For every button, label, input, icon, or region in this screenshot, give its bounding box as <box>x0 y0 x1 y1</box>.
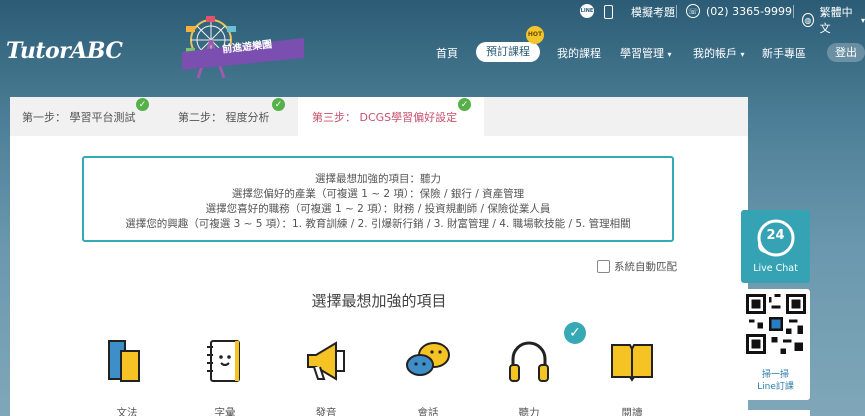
skill-vocabulary[interactable]: 字彙 <box>195 337 255 416</box>
line-subscribe-widget[interactable]: 掃一掃 Line訂課 <box>741 289 810 400</box>
skill-listening[interactable]: 聽力 <box>499 337 559 416</box>
section-title: 選擇最想加強的項目 <box>311 292 447 310</box>
exam-label: 模擬考題 <box>631 6 675 19</box>
open-book-icon <box>611 344 653 382</box>
check-icon: ✓ <box>272 98 285 111</box>
megaphone-icon <box>307 341 345 381</box>
nav-book-course[interactable]: 預訂課程 HOT <box>476 26 544 62</box>
language-label: 繁體中文 <box>819 6 853 35</box>
line-icon: LINE <box>580 4 594 18</box>
skill-conversation[interactable]: 會話 <box>398 337 458 416</box>
mobile-phone-icon <box>604 5 613 19</box>
summary-line: 選擇您的興趣（可複選 3 ~ 5 項）：1. 教育訓練 / 2. 引爆新行銷 /… <box>125 218 631 230</box>
auto-match-label: 系統自動匹配 <box>614 261 677 273</box>
live-chat-widget[interactable]: 24 Live Chat <box>741 210 810 283</box>
skill-label: 字彙 <box>214 407 236 416</box>
chevron-down-icon: ▾ <box>667 50 672 59</box>
chevron-down-icon: ▾ <box>740 50 745 59</box>
phone-link[interactable]: ☏ (02) 3365-9999 <box>686 4 792 18</box>
divider <box>793 5 794 18</box>
skill-pronunciation[interactable]: 發音 <box>296 337 356 416</box>
nav-learning-mgmt-label: 學習管理 <box>620 47 664 60</box>
tab-step-3[interactable]: 第三步： DCGS學習偏好設定 ✓ <box>298 97 484 136</box>
step-3-label: 第三步： DCGS學習偏好設定 <box>312 111 458 124</box>
tab-step-2[interactable]: 第二步： 程度分析 ✓ <box>156 97 298 136</box>
globe-icon: ◍ <box>802 13 814 27</box>
step-1-label: 第一步： 學習平台測試 <box>22 111 136 124</box>
chevron-down-icon: ▾ <box>860 15 865 25</box>
skill-label: 聽力 <box>518 407 540 416</box>
exam-link[interactable]: 模擬考題 <box>604 4 675 20</box>
check-icon: ✓ <box>458 98 471 111</box>
line-subscribe-line1: 掃一掃 <box>761 370 789 380</box>
nav-my-account[interactable]: 我的帳戶 ▾ <box>693 45 745 61</box>
skill-reading[interactable]: 閱讀 <box>602 337 662 416</box>
divider <box>676 5 677 18</box>
nav-my-account-label: 我的帳戶 <box>693 47 737 60</box>
step-tabs: 第一步： 學習平台測試 ✓ 第二步： 程度分析 ✓ 第三步： DCGS學習偏好設… <box>10 97 748 136</box>
nav-learning-mgmt[interactable]: 學習管理 ▾ <box>620 45 672 61</box>
live-chat-badge: 24 <box>766 228 785 243</box>
phone-icon: ☏ <box>686 4 700 18</box>
skill-grammar[interactable]: 文法 <box>97 337 157 416</box>
selected-check-icon: ✓ <box>564 322 586 344</box>
nav-home[interactable]: 首頁 <box>436 45 458 61</box>
auto-match-option[interactable]: 系統自動匹配 <box>597 259 677 274</box>
skill-label: 發音 <box>315 407 337 416</box>
skill-label: 會話 <box>417 407 439 416</box>
qr-code-icon <box>745 294 806 354</box>
auto-match-checkbox[interactable] <box>597 260 610 273</box>
phone-number: (02) 3365-9999 <box>706 4 793 18</box>
nav-my-courses[interactable]: 我的課程 <box>557 45 601 61</box>
nav-book-course-label: 預訂課程 <box>486 45 530 58</box>
live-chat-label: Live Chat <box>753 263 798 274</box>
main-panel: 第一步： 學習平台測試 ✓ 第二步： 程度分析 ✓ 第三步： DCGS學習偏好設… <box>10 97 748 416</box>
utility-bar: LINE 模擬考題 ☏ (02) 3365-9999 ◍ 繁體中文 ▾ <box>0 0 865 35</box>
skill-label: 閱讀 <box>621 407 643 416</box>
books-icon <box>108 340 140 382</box>
logout-button[interactable]: 登出 <box>827 43 865 62</box>
nav-newcomer[interactable]: 新手專區 <box>762 45 806 61</box>
chat-bubbles-icon <box>406 342 450 376</box>
summary-line: 選擇最想加強的項目：聽力 <box>315 173 441 185</box>
line-link[interactable]: LINE <box>580 4 594 18</box>
headphones-icon <box>509 341 549 382</box>
summary-line: 選擇您喜好的職務（可複選 1 ~ 2 項）：財務 / 投資規劃師 / 保險從業人… <box>205 203 551 215</box>
hot-badge: HOT <box>526 26 544 44</box>
check-icon: ✓ <box>136 98 149 111</box>
step-2-label: 第二步： 程度分析 <box>178 111 270 124</box>
main-nav: 首頁 預訂課程 HOT 我的課程 學習管理 ▾ 我的帳戶 ▾ 新手專區 登出 <box>0 26 865 64</box>
tab-step-1[interactable]: 第一步： 學習平台測試 ✓ <box>10 97 156 136</box>
widget-bottom <box>741 410 810 416</box>
summary-line: 選擇您偏好的產業（可複選 1 ~ 2 項）：保險 / 銀行 / 資產管理 <box>231 188 525 200</box>
notebook-icon <box>207 340 240 382</box>
skill-label: 文法 <box>116 407 138 416</box>
line-subscribe-text: 掃一掃 Line訂課 <box>741 369 810 393</box>
language-selector[interactable]: ◍ 繁體中文 ▾ <box>802 4 865 36</box>
preference-summary: 選擇最想加強的項目：聽力 選擇您偏好的產業（可複選 1 ~ 2 項）：保險 / … <box>82 156 674 242</box>
line-subscribe-line2: Line訂課 <box>757 382 794 392</box>
